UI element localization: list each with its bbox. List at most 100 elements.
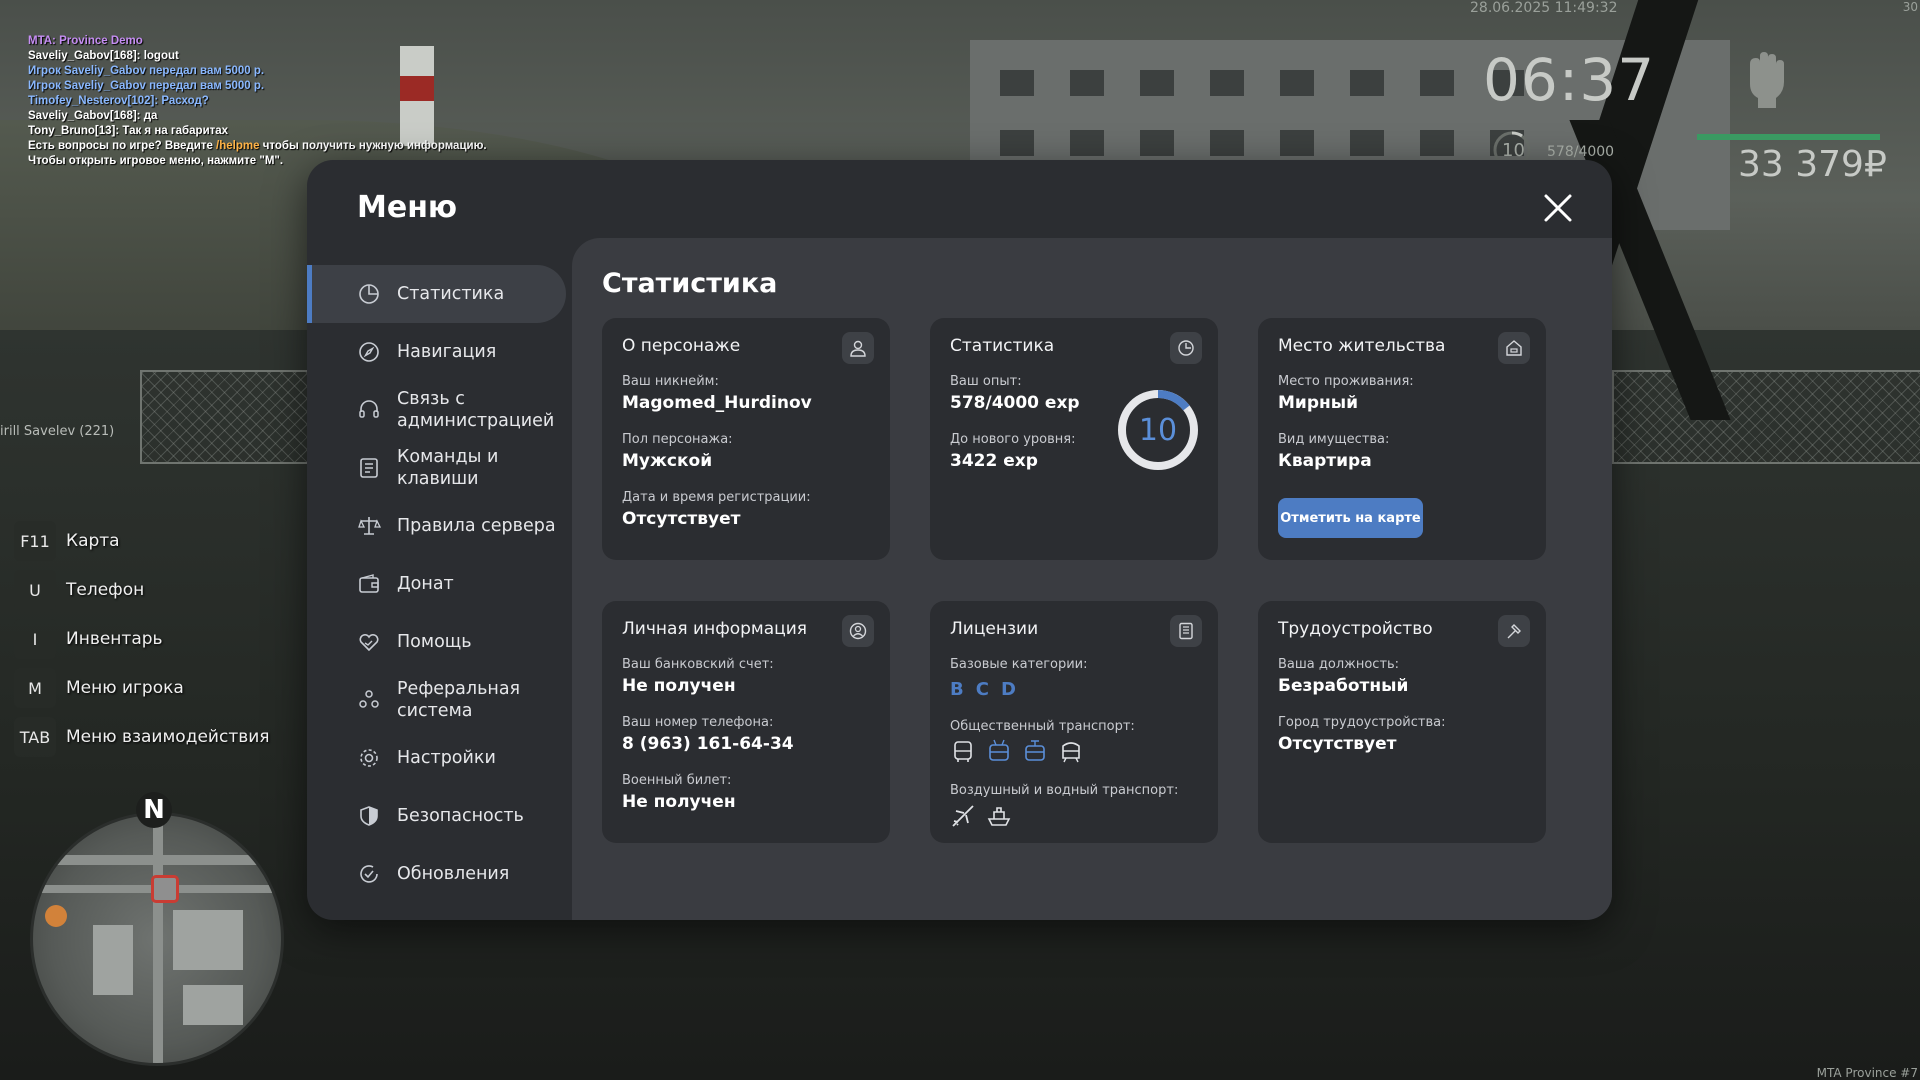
chat-line: Tony_Bruno[13]: Так я на габаритах xyxy=(28,125,229,137)
pie-chart-icon xyxy=(359,284,379,304)
card-title: Личная информация xyxy=(622,619,808,639)
mark-on-map-button[interactable]: Отметить на карте xyxy=(1278,498,1423,538)
hud-corner-value: 30 xyxy=(1902,0,1918,14)
chat-text: чтобы получить нужную информацию. xyxy=(259,140,487,152)
nav-label: Команды и клавиши xyxy=(397,447,499,489)
field-label: Город трудоустройства: xyxy=(1278,715,1446,730)
card-title: О персонаже xyxy=(622,336,741,356)
nav-item-help[interactable]: Помощь xyxy=(307,613,572,671)
heart-hand-icon xyxy=(359,633,379,652)
nav-item-statistics[interactable]: Статистика xyxy=(307,265,566,323)
field-position: Ваша должность: Безработный xyxy=(1278,657,1408,696)
field-label: Базовые категории: xyxy=(950,657,1088,672)
level-number: 10 xyxy=(1138,412,1178,448)
field-value: Безработный xyxy=(1278,676,1409,696)
field-label: Место проживания: xyxy=(1278,374,1414,389)
nav-item-navigation[interactable]: Навигация xyxy=(307,323,572,381)
close-icon[interactable] xyxy=(1540,190,1576,226)
nav-label: Обновления xyxy=(397,864,510,884)
field-label: Ваш опыт: xyxy=(950,374,1022,389)
field-gender: Пол персонажа: Мужской xyxy=(622,432,733,471)
field-label: Вид имущества: xyxy=(1278,432,1390,447)
chat-line: Есть вопросы по игре? Введите /helpme чт… xyxy=(28,139,487,154)
scales-icon xyxy=(358,517,381,535)
nav-label: Навигация xyxy=(397,342,497,362)
fist-icon xyxy=(1750,52,1784,108)
field-value: 8 (963) 161-64-34 xyxy=(622,734,794,754)
field-value: Квартира xyxy=(1278,451,1372,471)
list-icon xyxy=(360,458,378,478)
headset-icon xyxy=(359,400,379,418)
bus-icon xyxy=(954,741,972,762)
player-nametag: irill Savelev (221) xyxy=(0,424,115,439)
field-public-transport: Общественный транспорт: xyxy=(950,719,1135,734)
hotkey-key: F11 xyxy=(14,521,56,561)
license-category: D xyxy=(1000,679,1016,700)
field-registration: Дата и время регистрации: Отсутствует xyxy=(622,490,811,529)
field-value: 578/4000 exp xyxy=(950,393,1080,413)
nav-item-settings[interactable]: Настройки xyxy=(307,729,572,787)
field-label: Ваш номер телефона: xyxy=(622,715,774,730)
field-job-city: Город трудоустройства: Отсутствует xyxy=(1278,715,1445,754)
hotkey-label: Инвентарь xyxy=(66,629,163,649)
chat-line: MTA: Province Demo xyxy=(28,35,143,47)
nav-label: Настройки xyxy=(397,748,496,768)
field-residence: Место проживания: Мирный xyxy=(1278,374,1414,413)
hud-money: 33 379₽ xyxy=(1738,144,1887,185)
nav-item-rules[interactable]: Правила сервера xyxy=(307,497,572,555)
chat-log: MTA: Province Demo Saveliy_Gabov[168]: l… xyxy=(28,34,487,169)
clock-pie-icon xyxy=(1170,332,1202,364)
field-label: Военный билет: xyxy=(622,773,732,788)
chat-line: Saveliy_Gabov[168]: да xyxy=(28,110,158,122)
minimap-north: N xyxy=(136,792,172,828)
field-nickname: Ваш никнейм: Magomed_Hurdinov xyxy=(622,374,812,413)
poi-icon xyxy=(45,905,67,927)
field-label: Ваш никнейм: xyxy=(622,374,719,389)
nav-item-referral[interactable]: Реферальная система xyxy=(307,671,572,729)
field-value: Отсутствует xyxy=(622,509,741,529)
chat-line: Игрок Saveliy_Gabov передал вам 5000 р. xyxy=(28,65,265,77)
hotkey-list: F11 Карта U Телефон I Инвентарь M Меню и… xyxy=(14,520,270,765)
field-value: Мужской xyxy=(622,451,713,471)
nav-item-admin-contact[interactable]: Связь с администрацией xyxy=(307,381,572,439)
plane-icon xyxy=(952,805,974,827)
chat-line: Timofey_Nesterov[102]: Расход? xyxy=(28,95,209,107)
tram-icon xyxy=(1025,740,1045,761)
hud-clock: 06:37 xyxy=(1483,46,1656,114)
field-military-id: Военный билет: Не получен xyxy=(622,773,736,812)
minimap xyxy=(30,812,284,1066)
house-icon xyxy=(1498,332,1530,364)
nav-item-commands[interactable]: Команды и клавиши xyxy=(307,439,572,497)
air-water-transport-icons xyxy=(950,803,1012,829)
user-circle-icon xyxy=(842,615,874,647)
chat-line: Saveliy_Gabov[168]: logout xyxy=(28,50,179,62)
hotkey-inventory: I Инвентарь xyxy=(14,618,270,660)
license-category: C xyxy=(975,679,989,700)
content-title: Статистика xyxy=(602,268,778,299)
nav-item-updates[interactable]: Обновления xyxy=(307,845,572,903)
hud-exp: 578/4000 xyxy=(1547,144,1615,160)
nav-label: Помощь xyxy=(397,632,472,652)
nav-item-security[interactable]: Безопасность xyxy=(307,787,572,845)
player-menu: Меню Статистика Навигация Связь с админи… xyxy=(307,160,1612,920)
field-label: Общественный транспорт: xyxy=(950,719,1135,734)
hotkey-label: Меню игрока xyxy=(66,678,184,698)
chat-line: Игрок Saveliy_Gabov передал вам 5000 р. xyxy=(28,80,265,92)
field-value: Magomed_Hurdinov xyxy=(622,393,812,413)
field-value: Мирный xyxy=(1278,393,1359,413)
ship-icon xyxy=(987,807,1011,826)
hotkey-map: F11 Карта xyxy=(14,520,270,562)
refresh-check-icon xyxy=(360,865,378,883)
shield-icon xyxy=(360,806,378,826)
field-label: До нового уровня: xyxy=(950,432,1076,447)
hotkey-interaction-menu: TAB Меню взаимодействия xyxy=(14,716,270,758)
nav-item-donate[interactable]: Донат xyxy=(307,555,572,613)
field-label: Дата и время регистрации: xyxy=(622,490,811,505)
user-icon xyxy=(842,332,874,364)
server-watermark: MTA Province #7 xyxy=(1816,1066,1918,1080)
hotkey-label: Карта xyxy=(66,531,120,551)
field-label: Ваш банковский счет: xyxy=(622,657,774,672)
nav-label: Реферальная система xyxy=(397,679,521,721)
chat-command: /helpme xyxy=(216,140,260,152)
card-title: Трудоустройство xyxy=(1278,619,1433,639)
